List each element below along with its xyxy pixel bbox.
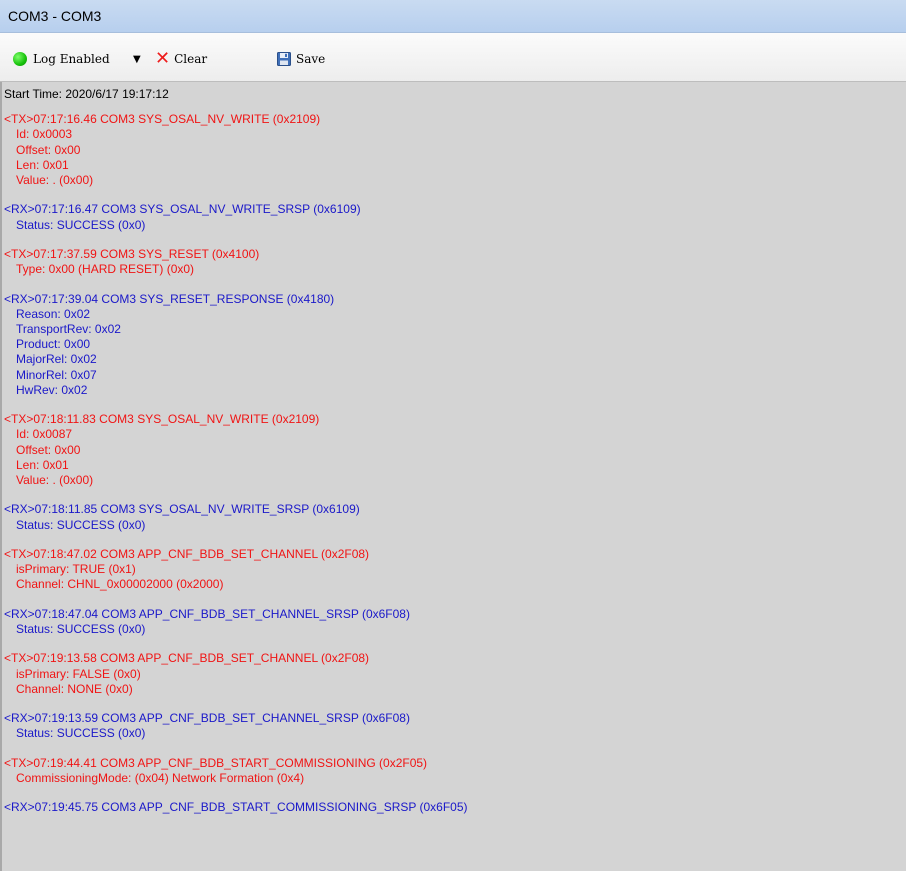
log-entry-field: Status: SUCCESS (0x0) <box>16 726 146 741</box>
log-entry-field: Status: SUCCESS (0x0) <box>16 517 146 532</box>
log-entry-header: <RX>07:18:47.04 COM3 APP_CNF_BDB_SET_CHA… <box>4 606 410 621</box>
log-entry-field: Id: 0x0003 <box>16 127 73 142</box>
log-entry-rx: <RX>07:19:45.75 COM3 APP_CNF_BDB_START_C… <box>4 800 906 815</box>
log-entry-field: Value: . (0x00) <box>16 473 94 488</box>
log-entry-header: <TX>07:17:37.59 COM3 SYS_RESET (0x4100) <box>4 247 260 261</box>
log-entry-tx: <TX>07:19:13.58 COM3 APP_CNF_BDB_SET_CHA… <box>4 651 906 697</box>
log-entry-field: Value: . (0x00) <box>16 173 94 188</box>
clear-x-icon: ✕ <box>155 48 171 69</box>
clear-button[interactable]: ✕ Clear <box>155 48 208 69</box>
green-status-icon <box>13 52 27 66</box>
start-time-line: Start Time: 2020/6/17 19:17:12 <box>4 87 169 101</box>
log-entry-tx: <TX>07:17:37.59 COM3 SYS_RESET (0x4100) T… <box>4 247 906 277</box>
log-text: Start Time: 2020/6/17 19:17:12 <TX>07:17… <box>4 87 906 830</box>
log-entry-field: Status: SUCCESS (0x0) <box>16 622 146 636</box>
log-entry-field: TransportRev: 0x02 <box>16 322 121 336</box>
log-entry-field: Offset: 0x00 <box>16 142 81 157</box>
log-entry-header: <RX>07:18:11.85 COM3 SYS_OSAL_NV_WRITE_S… <box>4 502 360 517</box>
save-button[interactable]: Save <box>277 51 325 67</box>
log-entry-field: Status: SUCCESS (0x0) <box>16 217 146 232</box>
floppy-disk-icon <box>277 52 291 66</box>
log-entry-field: CommissioningMode: (0x04) Network Format… <box>16 770 305 785</box>
log-entry-header: <RX>07:17:39.04 COM3 SYS_RESET_RESPONSE … <box>4 291 335 306</box>
log-entry-field: Offset: 0x00 <box>16 442 81 457</box>
log-entry-rx: <RX>07:17:39.04 COM3 SYS_RESET_RESPONSE … <box>4 292 906 398</box>
chevron-down-icon: ▼ <box>133 53 141 65</box>
log-enabled-button[interactable]: Log Enabled <box>13 51 110 67</box>
save-label: Save <box>296 52 326 66</box>
log-entry-rx: <RX>07:19:13.59 COM3 APP_CNF_BDB_SET_CHA… <box>4 711 906 741</box>
log-entry-rx: <RX>07:18:47.04 COM3 APP_CNF_BDB_SET_CHA… <box>4 607 906 637</box>
log-entry-field: isPrimary: TRUE (0x1) <box>16 562 136 577</box>
log-entry-header: <TX>07:19:13.58 COM3 APP_CNF_BDB_SET_CHA… <box>4 651 370 666</box>
log-entry-header: <RX>07:19:45.75 COM3 APP_CNF_BDB_START_C… <box>4 800 468 815</box>
log-entry-field: isPrimary: FALSE (0x0) <box>16 666 141 681</box>
log-entry-field: Reason: 0x02 <box>16 306 91 321</box>
log-entry-tx: <TX>07:19:44.41 COM3 APP_CNF_BDB_START_C… <box>4 756 906 786</box>
log-entry-field: HwRev: 0x02 <box>16 382 88 397</box>
clear-label: Clear <box>174 52 208 66</box>
log-entry-header: <TX>07:19:44.41 COM3 APP_CNF_BDB_START_C… <box>4 755 428 770</box>
toolbar: Log Enabled ▼ ✕ Clear Save <box>0 33 906 82</box>
log-options-dropdown[interactable]: ▼ <box>133 51 141 67</box>
log-enabled-label: Log Enabled <box>33 52 110 66</box>
log-entry-header: <TX>07:17:16.46 COM3 SYS_OSAL_NV_WRITE (… <box>4 112 321 127</box>
log-entry-header: <TX>07:18:11.83 COM3 SYS_OSAL_NV_WRITE (… <box>4 412 320 427</box>
log-entry-header: <TX>07:18:47.02 COM3 APP_CNF_BDB_SET_CHA… <box>4 547 370 561</box>
log-entry-field: Product: 0x00 <box>16 337 91 352</box>
log-entry-tx: <TX>07:18:47.02 COM3 APP_CNF_BDB_SET_CHA… <box>4 547 906 593</box>
window-title: COM3 - COM3 <box>8 8 102 24</box>
log-entry-header: <RX>07:17:16.47 COM3 SYS_OSAL_NV_WRITE_S… <box>4 202 361 217</box>
log-entry-field: Type: 0x00 (HARD RESET) (0x0) <box>16 262 195 277</box>
log-entry-field: Channel: NONE (0x0) <box>16 681 133 696</box>
log-entry-field: Id: 0x0087 <box>16 427 73 442</box>
log-entry-rx: <RX>07:17:16.47 COM3 SYS_OSAL_NV_WRITE_S… <box>4 202 906 232</box>
log-entry-header: <RX>07:19:13.59 COM3 APP_CNF_BDB_SET_CHA… <box>4 711 410 726</box>
log-entry-tx: <TX>07:18:11.83 COM3 SYS_OSAL_NV_WRITE (… <box>4 412 906 488</box>
log-entry-field: Len: 0x01 <box>16 157 69 172</box>
window-titlebar: COM3 - COM3 <box>0 0 906 33</box>
log-entry-tx: <TX>07:17:16.46 COM3 SYS_OSAL_NV_WRITE (… <box>4 112 906 188</box>
log-entry-field: Len: 0x01 <box>16 457 69 472</box>
log-entry-rx: <RX>07:18:11.85 COM3 SYS_OSAL_NV_WRITE_S… <box>4 502 906 532</box>
log-entry-field: MinorRel: 0x07 <box>16 367 97 382</box>
log-output-pane[interactable]: Start Time: 2020/6/17 19:17:12 <TX>07:17… <box>0 82 906 871</box>
log-entry-field: MajorRel: 0x02 <box>16 352 97 367</box>
log-entry-field: Channel: CHNL_0x00002000 (0x2000) <box>16 577 224 592</box>
